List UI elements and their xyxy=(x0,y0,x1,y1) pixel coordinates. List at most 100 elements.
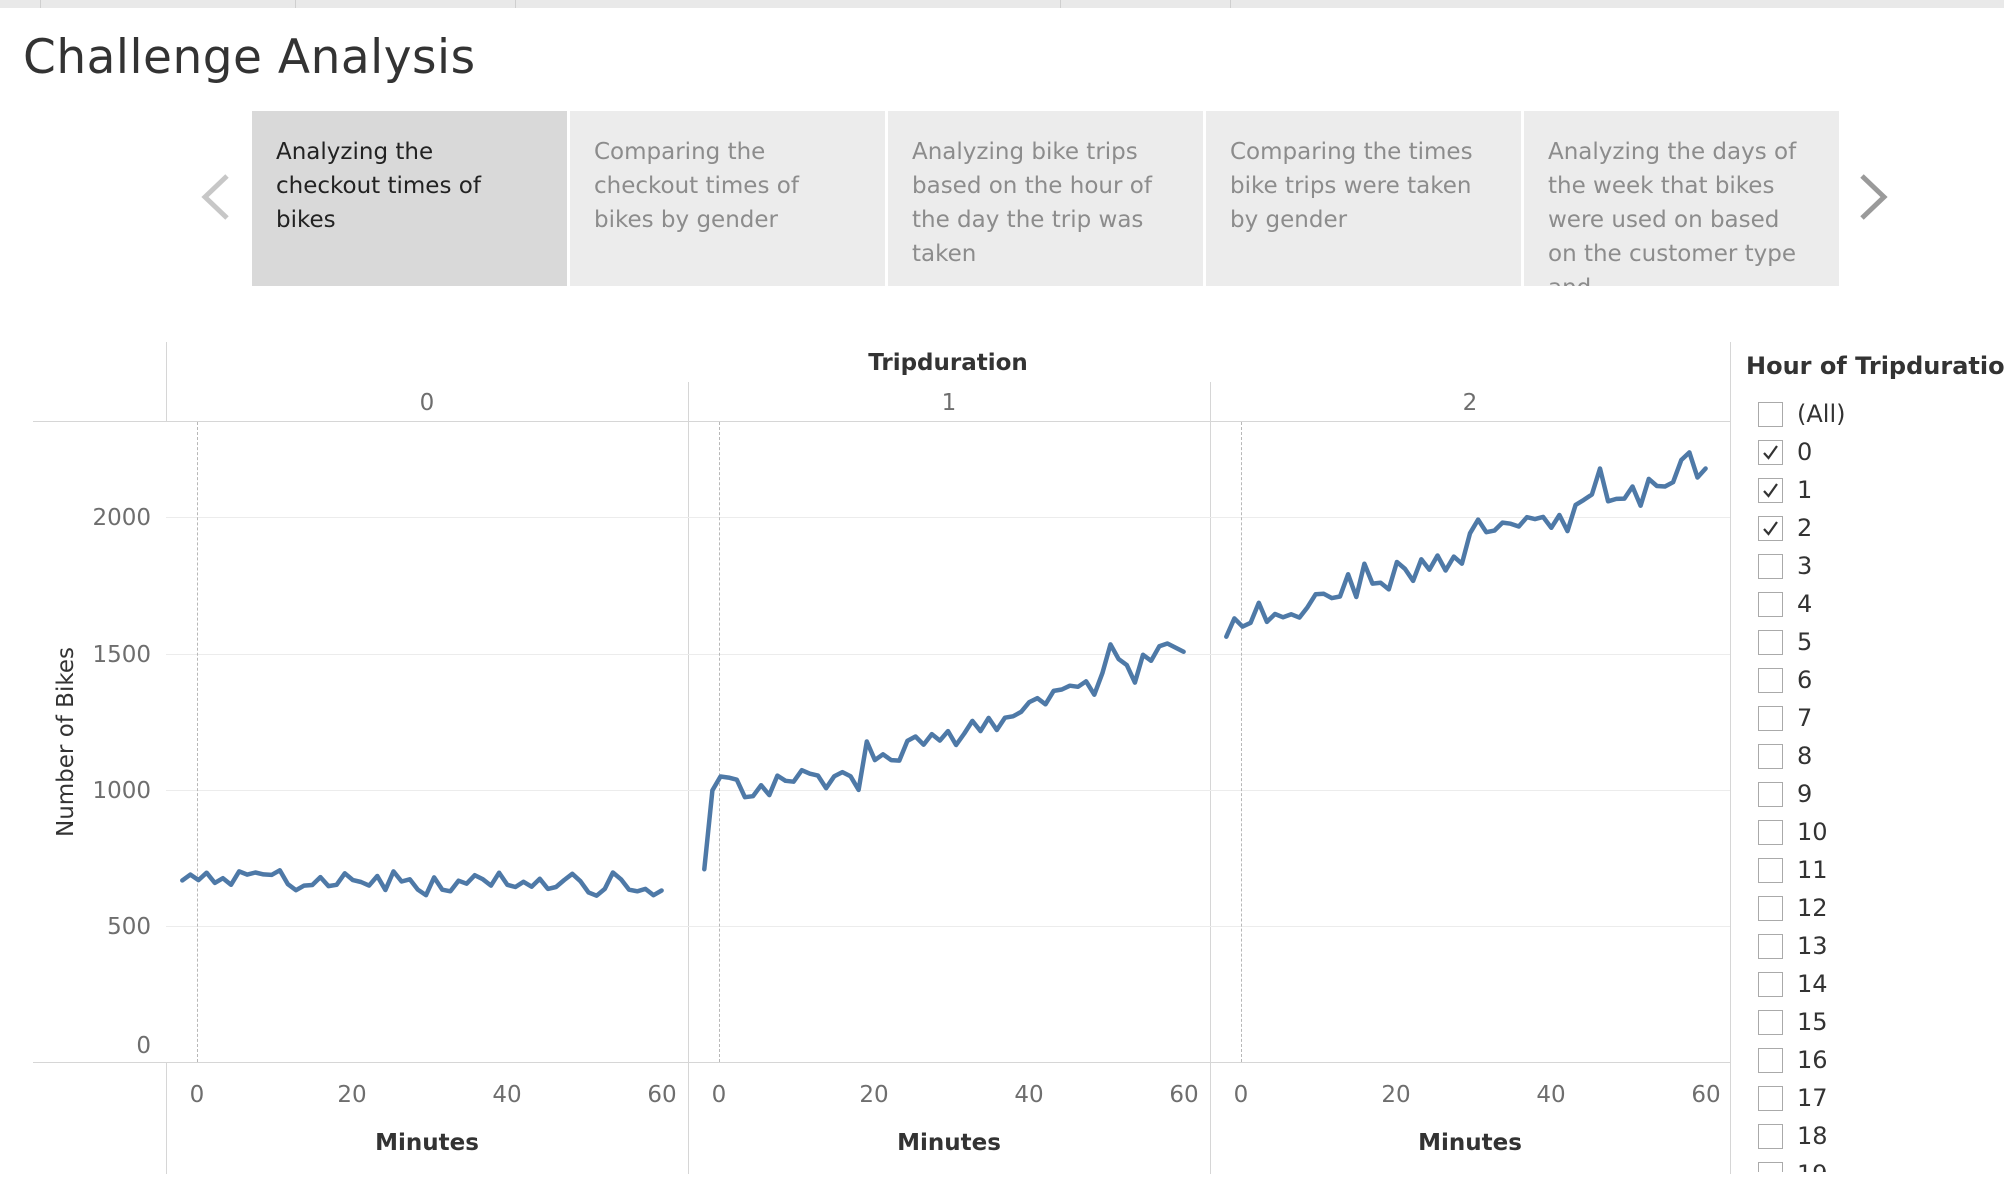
y-tick-label: 2000 xyxy=(92,505,151,531)
y-tick-label: 1500 xyxy=(92,642,151,668)
filter-checkbox[interactable] xyxy=(1758,743,1783,769)
filter-item-label: 2 xyxy=(1797,514,1813,542)
story-prev-button[interactable] xyxy=(197,172,237,222)
x-tick-label: 60 xyxy=(647,1082,677,1108)
filter-checkbox[interactable] xyxy=(1758,1009,1783,1035)
filter-checkbox[interactable] xyxy=(1758,515,1783,541)
filter-item[interactable]: 6 xyxy=(1758,661,1988,699)
filter-item[interactable]: 0 xyxy=(1758,433,1988,471)
filter-checkbox[interactable] xyxy=(1758,591,1783,617)
filter-item[interactable]: 2 xyxy=(1758,509,1988,547)
filter-checkbox[interactable] xyxy=(1758,401,1783,427)
story-tab-5[interactable]: Analyzing the days of the week that bike… xyxy=(1524,111,1839,286)
filter-item-label: 15 xyxy=(1797,1008,1828,1036)
zero-line-panel-1 xyxy=(719,422,720,1062)
filter-checkbox[interactable] xyxy=(1758,1123,1783,1149)
filter-checkbox[interactable] xyxy=(1758,895,1783,921)
y-tick-label: 500 xyxy=(107,914,151,940)
story-next-button[interactable] xyxy=(1852,172,1892,222)
filter-item[interactable]: (All) xyxy=(1758,395,1988,433)
x-tick-label: 0 xyxy=(711,1082,727,1108)
filter-item-label: 12 xyxy=(1797,894,1828,922)
filter-item[interactable]: 3 xyxy=(1758,547,1988,585)
panel-divider-1 xyxy=(688,382,689,1174)
y-header-divider xyxy=(166,342,167,422)
filter-item-label: 7 xyxy=(1797,704,1813,732)
filter-checkbox[interactable] xyxy=(1758,439,1783,465)
chevron-left-icon xyxy=(201,174,229,220)
filter-checkbox[interactable] xyxy=(1758,1047,1783,1073)
panel-header-2: 2 xyxy=(1462,390,1478,416)
filter-item[interactable]: 16 xyxy=(1758,1041,1988,1079)
checkmark-icon xyxy=(1763,444,1778,460)
filter-checkbox[interactable] xyxy=(1758,667,1783,693)
filter-checkbox[interactable] xyxy=(1758,933,1783,959)
series-line-panel-0 xyxy=(180,868,664,898)
x-tick-label: 0 xyxy=(189,1082,205,1108)
filter-item-label: 4 xyxy=(1797,590,1813,618)
filter-checkbox[interactable] xyxy=(1758,477,1783,503)
y-tick-label: 0 xyxy=(136,1033,151,1059)
axis-top-rule xyxy=(33,1062,1730,1063)
chevron-right-icon xyxy=(1860,174,1888,220)
filter-item-label: 19 xyxy=(1797,1160,1828,1172)
series-line-panel-2 xyxy=(1224,450,1708,639)
filter-item-label: 0 xyxy=(1797,438,1813,466)
filter-item-label: 5 xyxy=(1797,628,1813,656)
filter-checkbox[interactable] xyxy=(1758,1161,1783,1172)
filter-item[interactable]: 13 xyxy=(1758,927,1988,965)
panel-header-0: 0 xyxy=(419,390,435,416)
filter-item-label: 18 xyxy=(1797,1122,1828,1150)
filter-item[interactable]: 8 xyxy=(1758,737,1988,775)
zero-line-panel-0 xyxy=(197,422,198,1062)
filter-item[interactable]: 18 xyxy=(1758,1117,1988,1155)
filter-checkbox[interactable] xyxy=(1758,857,1783,883)
story-tab-2[interactable]: Comparing the checkout times of bikes by… xyxy=(570,111,885,286)
filter-item-label: (All) xyxy=(1797,400,1846,428)
checkmark-icon xyxy=(1763,482,1778,498)
x-axis-title-2: Minutes xyxy=(1418,1130,1522,1156)
filter-item[interactable]: 10 xyxy=(1758,813,1988,851)
y-axis-title: Number of Bikes xyxy=(53,647,79,837)
x-axis-title-1: Minutes xyxy=(897,1130,1001,1156)
filter-checkbox[interactable] xyxy=(1758,553,1783,579)
filter-item-label: 14 xyxy=(1797,970,1828,998)
filter-item[interactable]: 14 xyxy=(1758,965,1988,1003)
filter-item[interactable]: 7 xyxy=(1758,699,1988,737)
story-tab-3[interactable]: Analyzing bike trips based on the hour o… xyxy=(888,111,1203,286)
filter-checkbox[interactable] xyxy=(1758,629,1783,655)
story-tab-1[interactable]: Analyzing the checkout times of bikes xyxy=(252,111,567,286)
x-tick-label: 20 xyxy=(859,1082,889,1108)
x-tick-label: 40 xyxy=(492,1082,522,1108)
filter-checkbox[interactable] xyxy=(1758,1085,1783,1111)
gridline-1500 xyxy=(166,654,1730,655)
filter-item[interactable]: 19 xyxy=(1758,1155,1988,1172)
story-tab-4[interactable]: Comparing the times bike trips were take… xyxy=(1206,111,1521,286)
filter-item[interactable]: 11 xyxy=(1758,851,1988,889)
hour-filter-list[interactable]: (All)012345678910111213141516171819 xyxy=(1758,395,1988,1172)
gridline-500 xyxy=(166,926,1730,927)
filter-item[interactable]: 4 xyxy=(1758,585,1988,623)
filter-item[interactable]: 1 xyxy=(1758,471,1988,509)
filter-item-label: 10 xyxy=(1797,818,1828,846)
series-line-panel-1 xyxy=(702,641,1186,872)
filter-checkbox[interactable] xyxy=(1758,781,1783,807)
x-tick-label: 20 xyxy=(1381,1082,1411,1108)
filter-checkbox[interactable] xyxy=(1758,705,1783,731)
panel-divider-2 xyxy=(1210,382,1211,1174)
filter-item[interactable]: 12 xyxy=(1758,889,1988,927)
filter-checkbox[interactable] xyxy=(1758,971,1783,997)
filter-item-label: 9 xyxy=(1797,780,1813,808)
gridline-1000 xyxy=(166,790,1730,791)
filter-checkbox[interactable] xyxy=(1758,819,1783,845)
filter-item-label: 8 xyxy=(1797,742,1813,770)
filter-item[interactable]: 9 xyxy=(1758,775,1988,813)
filter-item-label: 16 xyxy=(1797,1046,1828,1074)
filter-item-label: 17 xyxy=(1797,1084,1828,1112)
filter-item[interactable]: 5 xyxy=(1758,623,1988,661)
filter-item[interactable]: 17 xyxy=(1758,1079,1988,1117)
filter-item[interactable]: 15 xyxy=(1758,1003,1988,1041)
filter-item-label: 11 xyxy=(1797,856,1828,884)
x-axis-title-0: Minutes xyxy=(375,1130,479,1156)
y-axis-divider xyxy=(166,1062,167,1174)
